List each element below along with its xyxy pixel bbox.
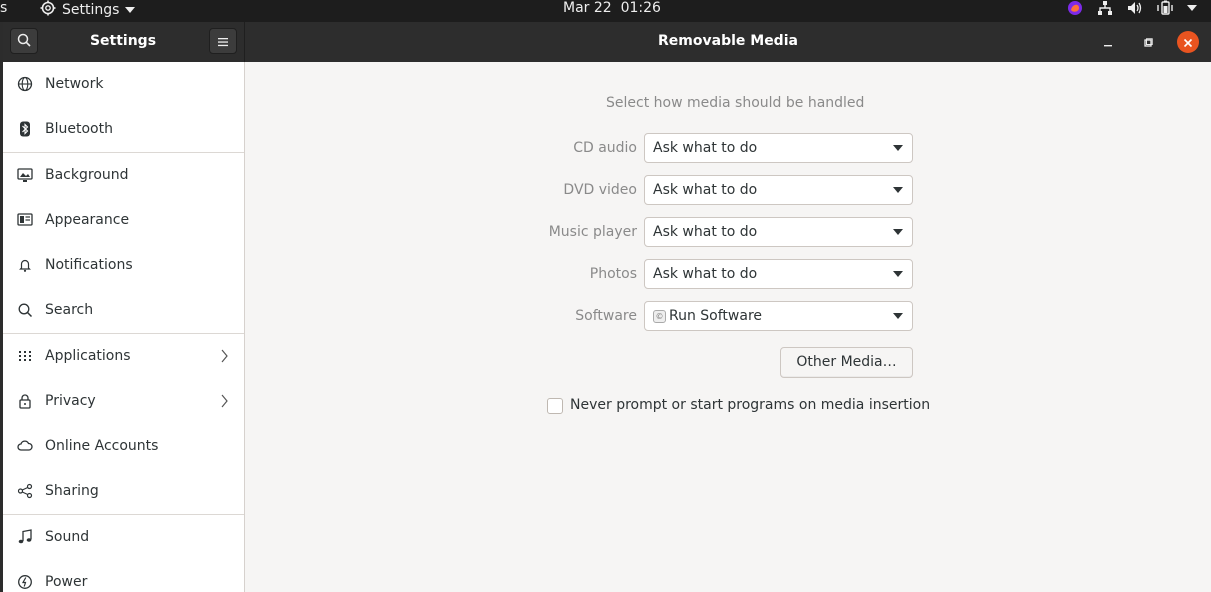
gear-icon (40, 0, 56, 20)
sidebar-item-notifications[interactable]: Notifications (3, 243, 244, 288)
maximize-button[interactable] (1137, 31, 1159, 53)
sidebar-item-search[interactable]: Search (3, 288, 244, 333)
network-wired-icon[interactable] (1097, 0, 1113, 16)
music-player-dropdown[interactable]: Ask what to do (644, 217, 913, 247)
sidebar-item-applications[interactable]: Applications (3, 334, 244, 379)
dropdown-arrow-icon (893, 145, 903, 151)
dvd-video-dropdown[interactable]: Ask what to do (644, 175, 913, 205)
network-icon (17, 76, 33, 92)
hamburger-menu-icon (217, 32, 229, 51)
search-icon (17, 302, 33, 318)
volume-icon[interactable] (1127, 0, 1143, 16)
sidebar-header: Settings (3, 22, 245, 62)
dropdown-value: Ask what to do (653, 224, 758, 240)
firefox-icon[interactable] (1067, 0, 1083, 16)
header-bar: Settings Removable Media (3, 22, 1211, 62)
close-button[interactable] (1177, 31, 1199, 53)
sidebar-item-bluetooth[interactable]: Bluetooth (3, 107, 244, 152)
sidebar-item-online-accounts[interactable]: Online Accounts (3, 424, 244, 469)
software-app-icon: © (653, 310, 666, 323)
primary-menu-button[interactable] (209, 28, 237, 54)
activities-button[interactable]: s (0, 0, 7, 16)
clock[interactable]: Mar 22 01:26 (563, 0, 661, 16)
settings-window: Settings Removable Media Network Bluetoo… (3, 22, 1211, 592)
sidebar-item-label: Privacy (45, 393, 96, 409)
sidebar-item-appearance[interactable]: Appearance (3, 198, 244, 243)
dropdown-arrow-icon (893, 313, 903, 319)
bluetooth-icon (17, 121, 33, 137)
page-title: Removable Media (658, 33, 798, 49)
grid-icon (17, 348, 33, 364)
software-label: Software (575, 308, 637, 324)
cd-audio-dropdown[interactable]: Ask what to do (644, 133, 913, 163)
system-tray[interactable] (1067, 0, 1197, 16)
dropdown-arrow-icon (893, 187, 903, 193)
sidebar-item-label: Sound (45, 529, 90, 545)
search-button[interactable] (10, 28, 38, 54)
power-icon (17, 574, 33, 590)
sidebar-item-label: Notifications (45, 257, 133, 273)
search-icon (17, 32, 31, 51)
sidebar-item-label: Appearance (45, 212, 130, 228)
sidebar-item-background[interactable]: Background (3, 153, 244, 198)
chevron-right-icon (220, 393, 228, 413)
photos-dropdown[interactable]: Ask what to do (644, 259, 913, 289)
sidebar-item-power[interactable]: Power (3, 560, 244, 592)
dropdown-value: Ask what to do (653, 266, 758, 282)
battery-icon[interactable] (1157, 0, 1173, 16)
photos-label: Photos (589, 266, 637, 282)
sidebar-item-label: Power (45, 574, 88, 590)
app-menu-label: Settings (62, 2, 120, 18)
dropdown-arrow-icon (893, 271, 903, 277)
dropdown-value: Run Software (669, 308, 763, 324)
dropdown-value: Ask what to do (653, 140, 758, 156)
sidebar-item-label: Network (45, 76, 104, 92)
cloud-icon (17, 438, 33, 454)
minimize-icon (1103, 33, 1113, 52)
bell-icon (17, 257, 33, 273)
removable-media-panel: Select how media should be handled CD au… (245, 62, 1211, 592)
never-prompt-label[interactable]: Never prompt or start programs on media … (570, 397, 930, 414)
dvd-video-label: DVD video (563, 182, 637, 198)
chevron-right-icon (220, 348, 228, 368)
software-dropdown[interactable]: © Run Software (644, 301, 913, 331)
sidebar-item-label: Sharing (45, 483, 99, 499)
sidebar-item-label: Search (45, 302, 94, 318)
sidebar-item-network[interactable]: Network (3, 62, 244, 107)
app-menu[interactable]: Settings (40, 0, 136, 20)
share-icon (17, 483, 33, 499)
chevron-down-icon (125, 2, 136, 18)
sidebar-title: Settings (89, 33, 157, 49)
background-icon (17, 167, 33, 183)
maximize-icon (1143, 33, 1153, 52)
sidebar: Network Bluetooth Background Appearance (3, 62, 245, 592)
system-menu-chevron-icon[interactable] (1187, 4, 1197, 12)
lock-icon (17, 393, 33, 409)
music-player-label: Music player (548, 224, 637, 240)
section-heading: Select how media should be handled (606, 95, 865, 111)
other-media-button[interactable]: Other Media… (780, 347, 913, 378)
close-icon (1183, 33, 1193, 52)
never-prompt-checkbox[interactable] (547, 398, 563, 414)
dropdown-arrow-icon (893, 229, 903, 235)
dropdown-value: Ask what to do (653, 182, 758, 198)
sidebar-item-sharing[interactable]: Sharing (3, 469, 244, 514)
music-note-icon (17, 529, 33, 545)
appearance-icon (17, 212, 33, 228)
sidebar-item-label: Background (45, 167, 129, 183)
top-bar: s Settings Mar 22 01:26 (0, 0, 1211, 38)
cd-audio-label: CD audio (573, 140, 637, 156)
minimize-button[interactable] (1097, 31, 1119, 53)
sidebar-item-label: Applications (45, 348, 131, 364)
sidebar-item-privacy[interactable]: Privacy (3, 379, 244, 424)
sidebar-item-label: Bluetooth (45, 121, 113, 137)
sidebar-item-label: Online Accounts (45, 438, 159, 454)
sidebar-item-sound[interactable]: Sound (3, 515, 244, 560)
